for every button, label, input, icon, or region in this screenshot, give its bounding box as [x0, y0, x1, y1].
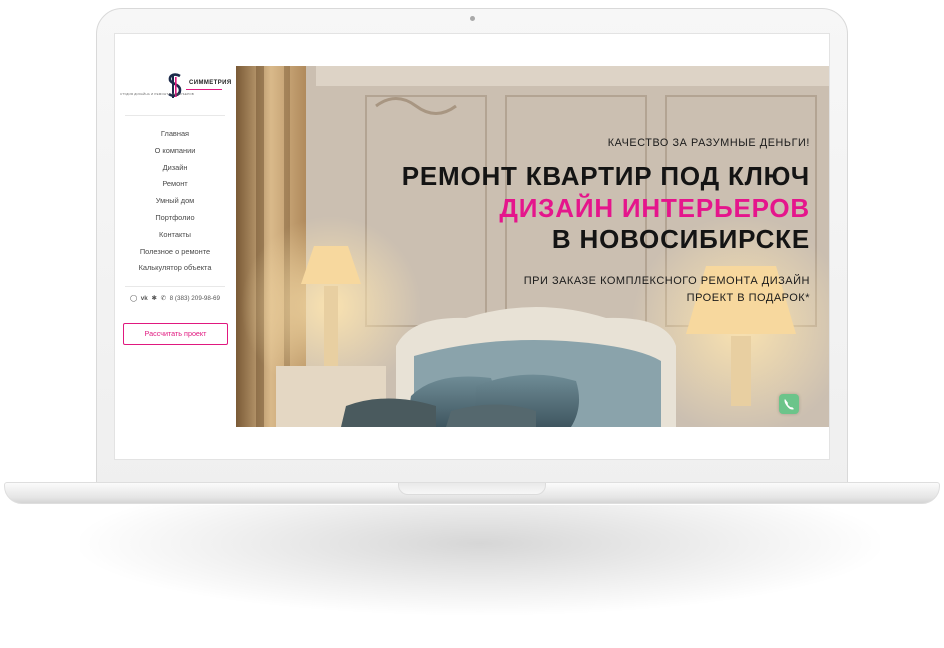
- site-logo[interactable]: СИММЕТРИЯ СТУДИЯ ДИЗАЙНА И РЕМОНТА ИНТЕР…: [120, 72, 232, 102]
- hero-promo-text: ПРИ ЗАКАЗЕ КОМПЛЕКСНОГО РЕМОНТА ДИЗАЙН П…: [523, 275, 810, 304]
- logo-name: СИММЕТРИЯ: [189, 80, 232, 86]
- phone-icon: ✆: [160, 295, 166, 302]
- laptop-camera: [470, 16, 475, 21]
- hero-banner: КАЧЕСТВО ЗА РАЗУМНЫЕ ДЕНЬГИ! РЕМОНТ КВАР…: [236, 66, 829, 427]
- logo-subtitle: СТУДИЯ ДИЗАЙНА И РЕМОНТА ИНТЕРЬЕРОВ: [120, 92, 194, 96]
- vk-icon[interactable]: vk: [141, 295, 148, 302]
- odnoklassniki-icon[interactable]: ✱: [152, 295, 157, 302]
- menu-item-useful[interactable]: Полезное о ремонте: [115, 244, 235, 261]
- sidebar-divider: [125, 286, 225, 287]
- phone-icon: [784, 399, 794, 410]
- hero-tagline: КАЧЕСТВО ЗА РАЗУМНЫЕ ДЕНЬГИ!: [607, 137, 810, 149]
- hero-headline-design: ДИЗАЙН ИНТЕРЬЕРОВ: [499, 193, 810, 223]
- hero-headline-renovation: РЕМОНТ КВАРТИР ПОД КЛЮЧ: [401, 161, 810, 191]
- menu-item-about[interactable]: О компании: [115, 143, 235, 160]
- site-sidebar: СИММЕТРИЯ СТУДИЯ ДИЗАЙНА И РЕМОНТА ИНТЕР…: [115, 34, 235, 459]
- menu-item-smart-home[interactable]: Умный дом: [115, 193, 235, 210]
- menu-item-contacts[interactable]: Контакты: [115, 227, 235, 244]
- menu-item-portfolio[interactable]: Портфолио: [115, 210, 235, 227]
- menu-item-design[interactable]: Дизайн: [115, 160, 235, 177]
- hero-headline-city: В НОВОСИБИРСКЕ: [551, 224, 810, 254]
- menu-item-calculator[interactable]: Калькулятор объекта: [115, 260, 235, 277]
- laptop-notch: [398, 483, 546, 495]
- menu-item-home[interactable]: Главная: [115, 126, 235, 143]
- laptop-screen: СИММЕТРИЯ СТУДИЯ ДИЗАЙНА И РЕМОНТА ИНТЕР…: [114, 33, 830, 460]
- calculate-project-button[interactable]: Рассчитать проект: [123, 323, 228, 345]
- menu-item-renovation[interactable]: Ремонт: [115, 176, 235, 193]
- laptop-shadow: [80, 505, 880, 615]
- contact-row: ◯ vk ✱ ✆ 8 (383) 209-98-69: [115, 295, 235, 302]
- instagram-icon[interactable]: ◯: [130, 295, 137, 302]
- phone-number[interactable]: 8 (383) 209-98-69: [170, 295, 220, 302]
- sidebar-divider: [125, 115, 225, 116]
- logo-accent-line: [186, 89, 222, 90]
- call-button[interactable]: [779, 394, 799, 414]
- main-menu: Главная О компании Дизайн Ремонт Умный д…: [115, 126, 235, 277]
